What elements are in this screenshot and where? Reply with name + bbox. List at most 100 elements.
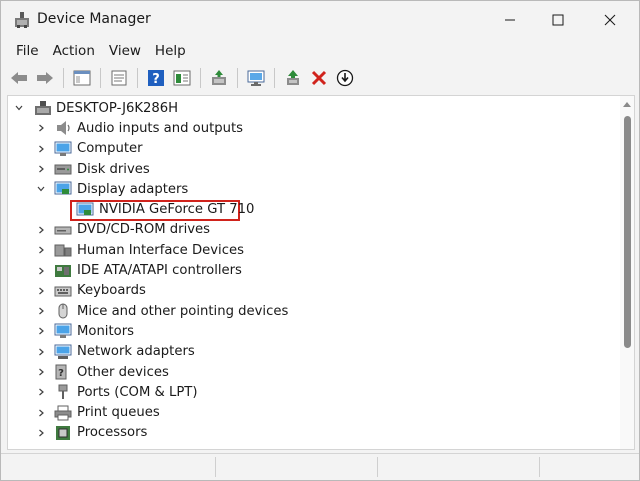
tree-item-label: Other devices [77, 364, 169, 380]
toolbar: ? [1, 63, 639, 93]
computer-name: DESKTOP-J6K286H [56, 100, 179, 116]
tree-item-processors[interactable]: Processors [8, 423, 618, 443]
maximize-button[interactable] [535, 1, 581, 39]
tree-item-ports[interactable]: Ports (COM & LPT) [8, 382, 618, 402]
window-title: Device Manager [37, 11, 151, 27]
ide-controller-icon [55, 264, 71, 277]
desktop-computer-icon [35, 101, 51, 116]
menu-view[interactable]: View [102, 39, 148, 63]
tree-item-audio[interactable]: Audio inputs and outputs [8, 118, 618, 138]
speaker-icon [57, 121, 70, 136]
menu-action[interactable]: Action [46, 39, 102, 63]
enable-device-button[interactable] [281, 66, 305, 90]
chevron-right-icon[interactable] [36, 367, 46, 377]
tree-root[interactable]: DESKTOP-J6K286H [8, 98, 618, 118]
properties-button[interactable] [107, 66, 131, 90]
tree-item-label: Network adapters [77, 344, 195, 360]
tree-item-mice[interactable]: Mice and other pointing devices [8, 301, 618, 321]
tree-item-computer[interactable]: Computer [8, 139, 618, 159]
maximize-icon [552, 14, 564, 26]
tree-item-other-devices[interactable]: ? Other devices [8, 362, 618, 382]
chevron-right-icon[interactable] [36, 123, 46, 133]
tree-item-network-adapters[interactable]: Network adapters [8, 342, 618, 362]
show-hide-console-tree-icon [73, 70, 91, 86]
tree-item-disk-drives[interactable]: Disk drives [8, 159, 618, 179]
download-update-button[interactable] [333, 66, 357, 90]
download-update-icon [336, 69, 354, 87]
chevron-right-icon[interactable] [36, 286, 46, 296]
device-tree: DESKTOP-J6K286H Audio inputs and outputs… [8, 98, 618, 443]
menu-help[interactable]: Help [148, 39, 193, 63]
port-icon [58, 384, 68, 400]
chevron-down-icon[interactable] [14, 103, 24, 113]
minimize-button[interactable] [487, 1, 533, 39]
dvd-drive-icon [54, 226, 72, 235]
chevron-right-icon[interactable] [36, 164, 46, 174]
chevron-right-icon[interactable] [36, 408, 46, 418]
toolbar-separator [137, 68, 138, 88]
chevron-right-icon[interactable] [36, 266, 46, 276]
tree-item-ide-controllers[interactable]: IDE ATA/ATAPI controllers [8, 260, 618, 280]
tree-item-nvidia-gpu[interactable]: NVIDIA GeForce GT 710 [8, 199, 618, 222]
vertical-scrollbar[interactable] [620, 96, 634, 449]
scan-hardware-button[interactable] [244, 66, 268, 90]
update-driver-button[interactable] [207, 66, 231, 90]
status-divider [215, 457, 216, 477]
hid-icon [54, 244, 72, 257]
chevron-right-icon[interactable] [36, 326, 46, 336]
toolbar-separator [63, 68, 64, 88]
close-icon [604, 14, 616, 26]
chevron-down-icon[interactable] [36, 184, 46, 194]
mouse-icon [58, 303, 68, 319]
back-arrow-icon [11, 72, 27, 84]
title-bar[interactable]: Device Manager [1, 1, 639, 39]
back-button[interactable] [7, 66, 31, 90]
monitor-icon [54, 323, 72, 339]
status-divider [377, 457, 378, 477]
forward-arrow-icon [37, 72, 53, 84]
svg-text:?: ? [152, 72, 160, 87]
computer-icon [54, 141, 72, 156]
scroll-up-arrow-icon[interactable] [623, 102, 631, 107]
show-hide-console-tree-button[interactable] [70, 66, 94, 90]
help-button[interactable]: ? [144, 66, 168, 90]
tree-item-hid[interactable]: Human Interface Devices [8, 240, 618, 260]
chevron-right-icon[interactable] [36, 347, 46, 357]
chevron-right-icon[interactable] [36, 387, 46, 397]
tree-item-label: Processors [77, 425, 148, 441]
tree-item-label: Mice and other pointing devices [77, 303, 289, 319]
enable-device-icon [287, 70, 299, 85]
network-adapter-icon [54, 344, 72, 359]
tree-item-display-adapters[interactable]: Display adapters [8, 179, 618, 199]
close-button[interactable] [587, 1, 633, 39]
display-adapter-icon [54, 181, 72, 195]
menu-file[interactable]: File [9, 39, 46, 63]
export-list-button[interactable] [170, 66, 194, 90]
tree-item-label: Display adapters [77, 181, 189, 197]
tree-item-dvd-drives[interactable]: DVD/CD-ROM drives [8, 220, 618, 240]
scrollbar-thumb[interactable] [624, 116, 631, 348]
export-list-icon [173, 70, 191, 86]
tree-item-label: IDE ATA/ATAPI controllers [77, 263, 242, 279]
chevron-right-icon[interactable] [36, 225, 46, 235]
gpu-device-label: NVIDIA GeForce GT 710 [99, 202, 255, 218]
tree-item-label: Audio inputs and outputs [77, 120, 244, 136]
update-driver-icon [212, 70, 226, 85]
status-divider [539, 457, 540, 477]
uninstall-device-button[interactable] [307, 66, 331, 90]
chevron-right-icon[interactable] [36, 428, 46, 438]
tree-item-label: Ports (COM & LPT) [77, 384, 198, 400]
chevron-right-icon[interactable] [36, 245, 46, 255]
status-bar [1, 453, 639, 480]
menu-bar: File Action View Help [1, 39, 639, 63]
uninstall-device-icon [311, 70, 327, 86]
tree-item-monitors[interactable]: Monitors [8, 321, 618, 341]
chevron-right-icon[interactable] [36, 306, 46, 316]
scan-hardware-icon [247, 70, 265, 86]
toolbar-separator [237, 68, 238, 88]
tree-item-keyboards[interactable]: Keyboards [8, 281, 618, 301]
forward-button[interactable] [33, 66, 57, 90]
printer-icon [54, 405, 72, 421]
chevron-right-icon[interactable] [36, 144, 46, 154]
tree-item-print-queues[interactable]: Print queues [8, 402, 618, 422]
